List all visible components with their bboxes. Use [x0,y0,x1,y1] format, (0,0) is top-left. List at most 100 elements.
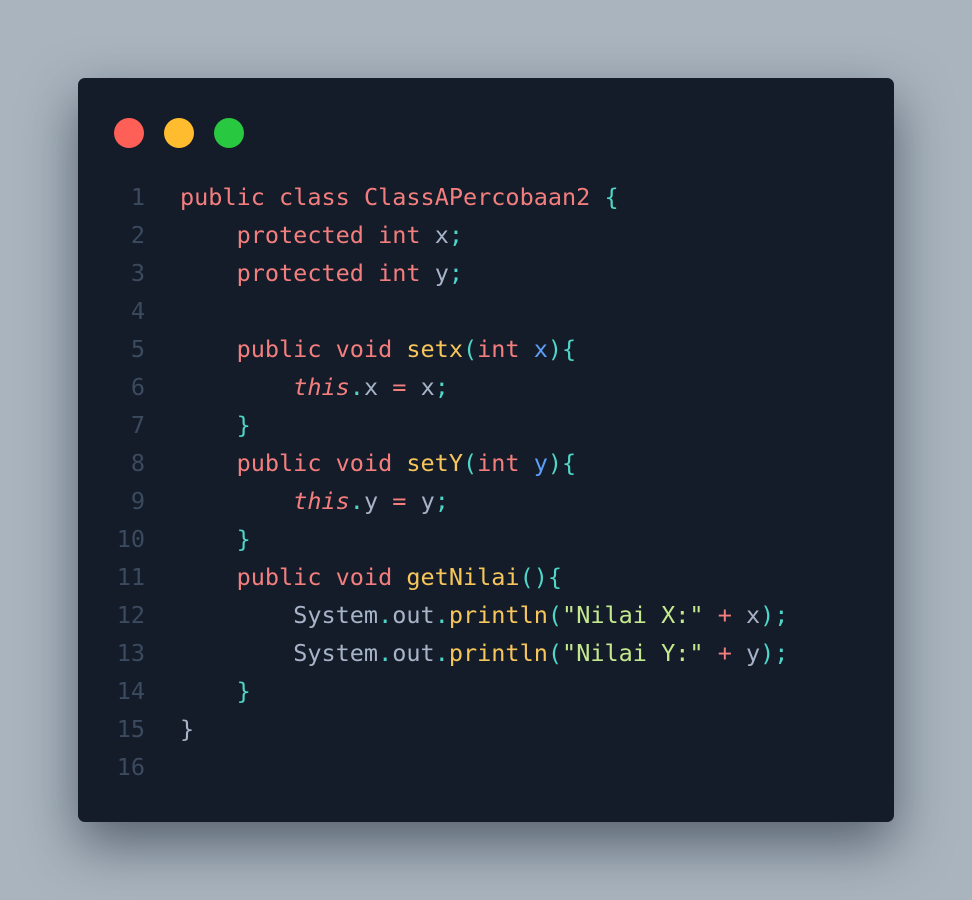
code-text: } [145,672,251,710]
code-token: ){ [547,449,577,477]
code-token: int [378,259,421,287]
code-token: int [477,335,520,363]
code-token: out [392,601,435,629]
code-token: System [293,639,379,667]
code-token: x [434,221,449,249]
minimize-window-icon[interactable] [164,118,194,148]
code-token: public [236,335,322,363]
code-token: . [378,639,393,667]
code-token: void [335,335,393,363]
code-token: "Nilai Y:" [562,639,704,667]
code-text: protected int y; [145,254,463,292]
code-token: ; [434,373,449,401]
line-number: 3 [130,259,145,287]
code-line: 2 protected int x; [78,216,894,254]
code-token: } [180,715,195,743]
code-line: 9 this.y = y; [78,482,894,520]
code-token: ClassAPercobaan2 [363,183,591,211]
code-line: 10 } [78,520,894,558]
code-token: getNilai [406,563,520,591]
code-token: setY [406,449,463,477]
code-token: . [434,639,449,667]
code-token: public [180,183,265,211]
code-token: ; [448,259,464,287]
code-line: 13 System.out.println("Nilai Y:" + y); [78,634,894,672]
code-token: class [279,183,350,211]
code-token: { [604,183,619,211]
code-token: this [293,373,350,401]
close-window-icon[interactable] [114,118,144,148]
code-token: } [236,525,251,553]
line-number: 9 [130,487,145,515]
line-number: 4 [130,297,145,325]
code-token: (){ [519,563,563,591]
code-token: ); [760,639,789,667]
code-line: 1 public class ClassAPercobaan2 { [78,178,894,216]
code-text: protected int x; [145,216,463,254]
code-token: protected [236,221,364,249]
code-line: 4 [78,292,894,330]
code-line: 3 protected int y; [78,254,894,292]
code-text: public class ClassAPercobaan2 { [145,178,619,216]
code-token: ; [448,221,464,249]
maximize-window-icon[interactable] [214,118,244,148]
code-token: setx [406,335,463,363]
code-token: ( [462,335,478,363]
code-token: y [746,639,761,667]
code-token: = [392,373,407,401]
code-line: 8 public void setY(int y){ [78,444,894,482]
code-token: println [448,601,548,629]
code-token: x [533,335,548,363]
line-number: 16 [116,753,145,781]
code-token: public [236,449,322,477]
code-block: 1 public class ClassAPercobaan2 {2 protec… [78,178,894,786]
code-line: 7 } [78,406,894,444]
code-token: public [236,563,322,591]
line-number: 8 [130,449,145,477]
code-line: 16 [78,748,894,786]
line-number: 1 [130,183,145,211]
code-token: + [717,639,732,667]
code-text: System.out.println("Nilai X:" + x); [145,596,788,634]
code-line: 6 this.x = x; [78,368,894,406]
code-token: = [392,487,407,515]
code-token: x [420,373,435,401]
code-token: y [363,487,379,515]
code-token: ; [434,487,449,515]
line-number: 13 [116,639,145,667]
code-text: public void getNilai(){ [145,558,562,596]
code-token: out [392,639,435,667]
code-token: x [746,601,761,629]
code-text: } [145,710,194,748]
code-token: ( [547,639,563,667]
code-line: 11 public void getNilai(){ [78,558,894,596]
code-token: x [363,373,379,401]
code-token: ( [547,601,563,629]
code-text: this.x = x; [145,368,449,406]
line-number: 6 [130,373,145,401]
code-token: int [477,449,520,477]
